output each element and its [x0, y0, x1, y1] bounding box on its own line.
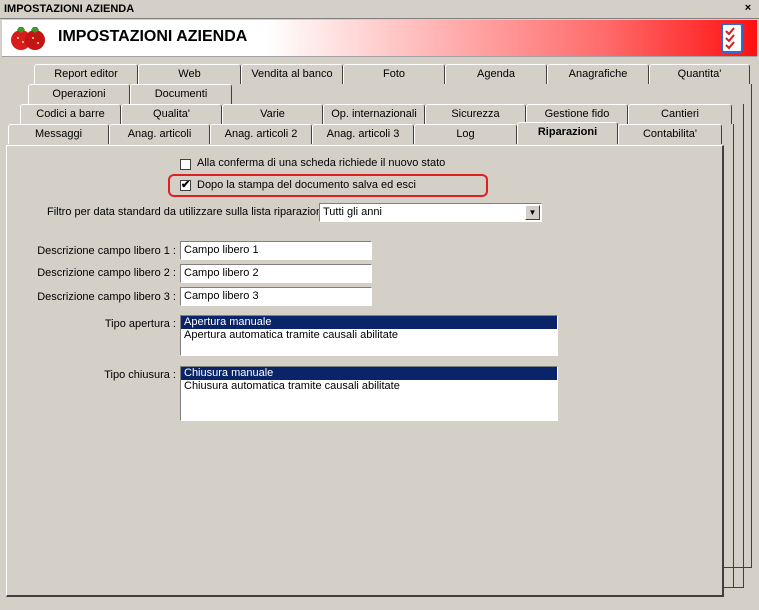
tab-anag-articoli-3[interactable]: Anag. articoli 3	[312, 124, 414, 144]
save-exit-after-print-checkbox[interactable]: ✔	[180, 180, 191, 191]
free-field-3-label: Descrizione campo libero 3 :	[37, 291, 176, 303]
tab-anag-articoli-2[interactable]: Anag. articoli 2	[210, 124, 312, 144]
tab-sicurezza[interactable]: Sicurezza	[425, 104, 526, 124]
confirm-new-state-label: Alla conferma di una scheda richiede il …	[197, 157, 446, 169]
tab-varie[interactable]: Varie	[222, 104, 323, 124]
list-item[interactable]: Chiusura manuale	[181, 367, 557, 380]
window-titlebar: IMPOSTAZIONI AZIENDA ×	[0, 0, 759, 19]
tab-quantita[interactable]: Quantita'	[649, 64, 750, 84]
free-field-3-input[interactable]: Campo libero 3	[180, 287, 372, 306]
tipo-apertura-label: Tipo apertura :	[104, 318, 176, 330]
tab-op-internazionali[interactable]: Op. internazionali	[323, 104, 425, 124]
tab-gestione-fido[interactable]: Gestione fido	[526, 104, 628, 124]
free-field-1-label: Descrizione campo libero 1 :	[37, 245, 176, 257]
tab-anagrafiche[interactable]: Anagrafiche	[547, 64, 649, 84]
tipo-chiusura-listbox[interactable]: Chiusura manuale Chiusura automatica tra…	[180, 366, 558, 421]
tab-foto[interactable]: Foto	[343, 64, 445, 84]
tab-anag-articoli[interactable]: Anag. articoli	[109, 124, 210, 144]
free-field-1-input[interactable]: Campo libero 1	[180, 241, 372, 260]
tab-messaggi[interactable]: Messaggi	[8, 124, 109, 144]
date-filter-label: Filtro per data standard da utilizzare s…	[47, 206, 331, 218]
chevron-down-icon[interactable]: ▼	[525, 205, 540, 220]
tipo-apertura-listbox[interactable]: Apertura manuale Apertura automatica tra…	[180, 315, 558, 356]
tab-vendita-al-banco[interactable]: Vendita al banco	[241, 64, 343, 84]
list-item[interactable]: Chiusura automatica tramite causali abil…	[181, 380, 557, 393]
tab-operazioni[interactable]: Operazioni	[28, 84, 130, 104]
tab-log[interactable]: Log	[414, 124, 517, 144]
free-field-2-input[interactable]: Campo libero 2	[180, 264, 372, 283]
save-exit-after-print-label: Dopo la stampa del documento salva ed es…	[197, 179, 416, 191]
tipo-chiusura-label: Tipo chiusura :	[104, 369, 176, 381]
tab-agenda[interactable]: Agenda	[445, 64, 547, 84]
date-filter-value: Tutti gli anni	[323, 206, 382, 218]
tab-codici-a-barre[interactable]: Codici a barre	[20, 104, 121, 124]
tab-cantieri[interactable]: Cantieri	[628, 104, 732, 124]
free-field-2-label: Descrizione campo libero 2 :	[37, 267, 176, 279]
date-filter-select[interactable]: Tutti gli anni ▼	[319, 203, 542, 222]
checklist-icon[interactable]	[721, 23, 743, 53]
window-title: IMPOSTAZIONI AZIENDA	[4, 3, 135, 15]
header-banner: IMPOSTAZIONI AZIENDA	[2, 20, 757, 57]
tab-riparazioni[interactable]: Riparazioni	[517, 122, 618, 144]
list-item[interactable]: Apertura automatica tramite causali abil…	[181, 329, 557, 342]
tab-contabilita[interactable]: Contabilita'	[618, 124, 722, 144]
tab-qualita[interactable]: Qualita'	[121, 104, 222, 124]
tab-web[interactable]: Web	[138, 64, 241, 84]
list-item[interactable]: Apertura manuale	[181, 316, 557, 329]
strawberry-logo-icon	[11, 27, 45, 50]
tab-documenti[interactable]: Documenti	[130, 84, 232, 104]
confirm-new-state-checkbox[interactable]	[180, 159, 191, 170]
close-icon[interactable]: ×	[742, 3, 754, 15]
tab-report-editor[interactable]: Report editor	[34, 64, 138, 84]
page-title: IMPOSTAZIONI AZIENDA	[58, 28, 248, 45]
